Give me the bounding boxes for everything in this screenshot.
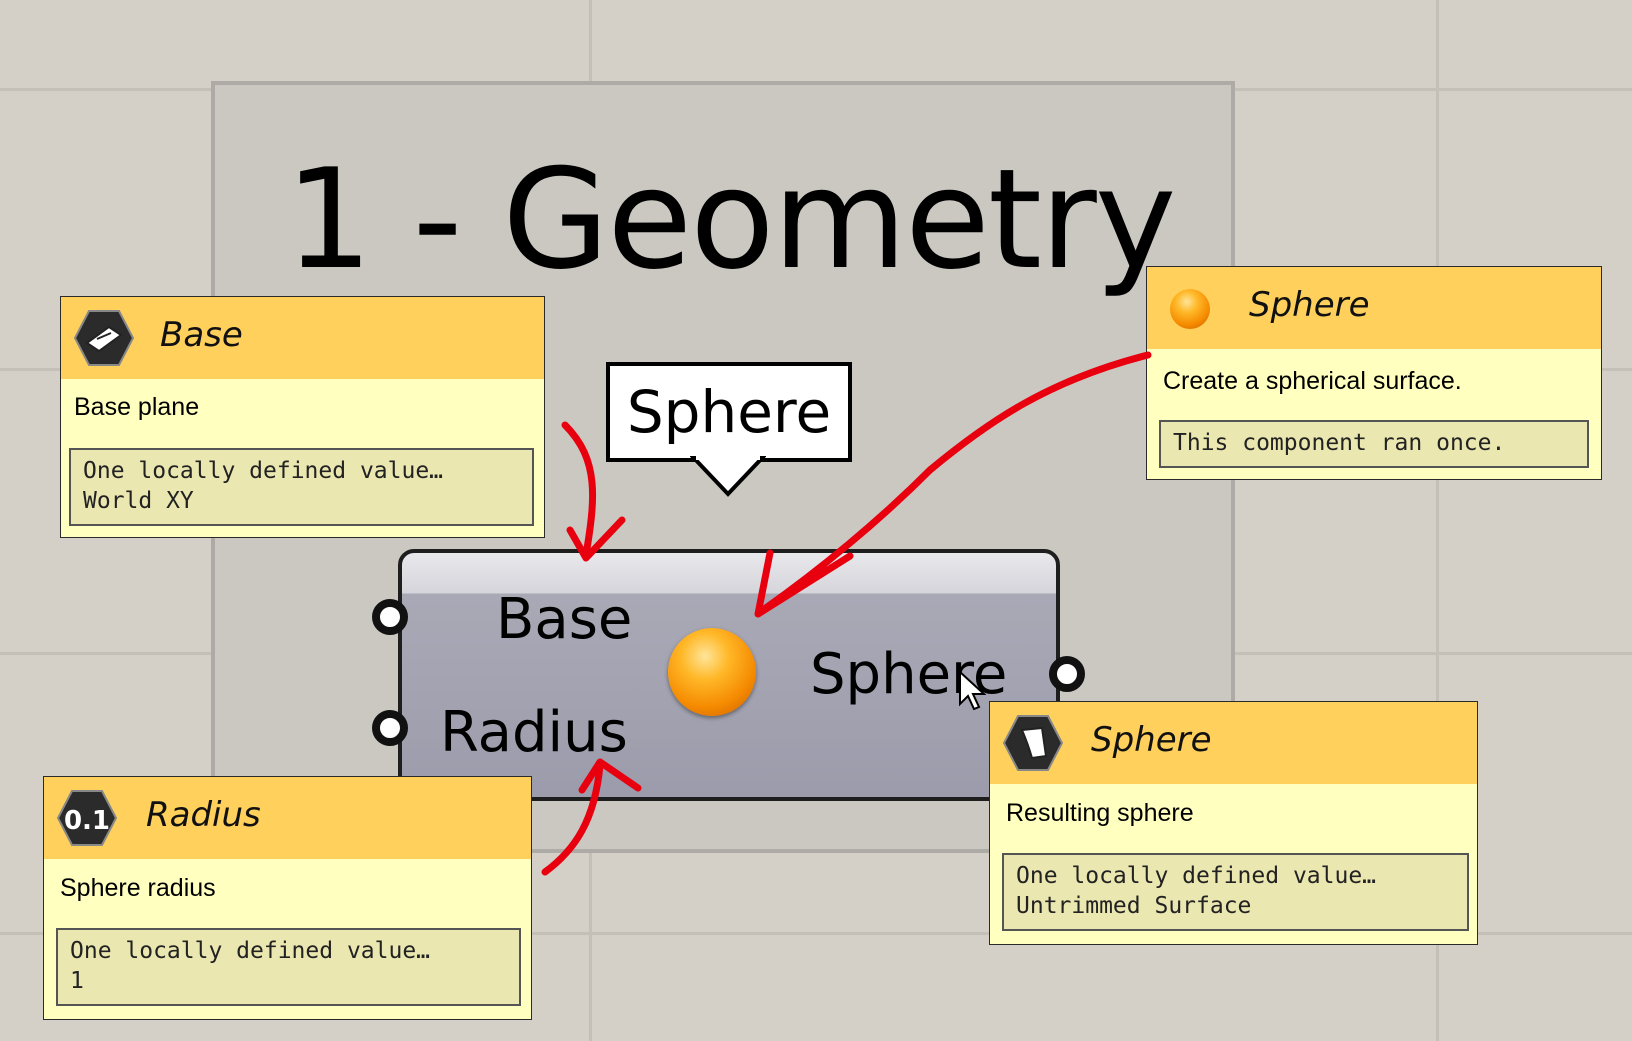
annotation-arrows [541,351,1152,876]
annotation-arrow-sphere [754,351,1152,618]
annotation-arrow-base [561,421,626,562]
annotation-arrow-radius [541,758,642,876]
